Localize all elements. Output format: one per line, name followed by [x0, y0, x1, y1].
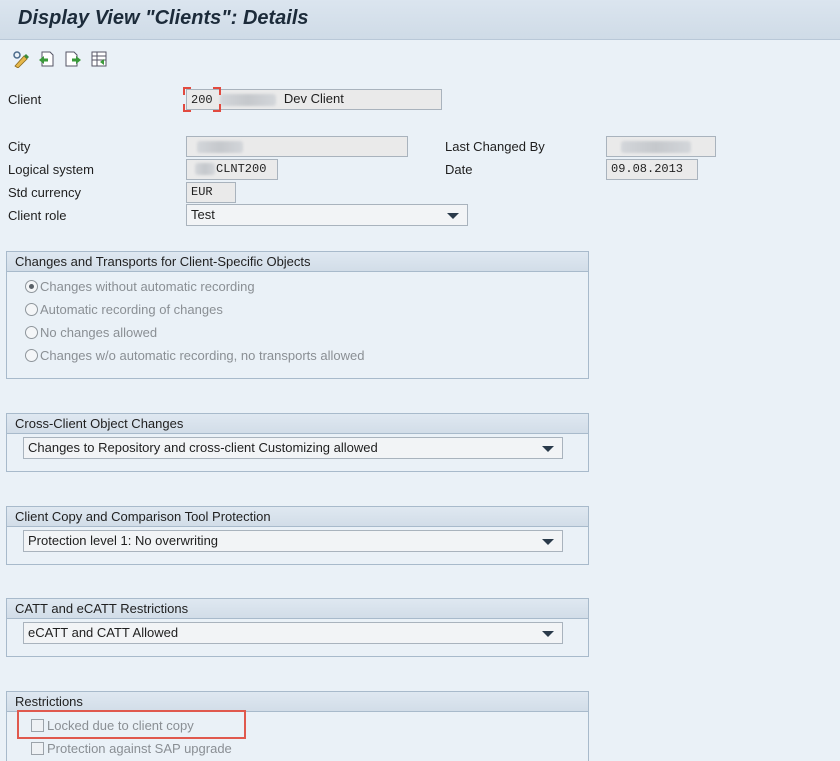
focus-corner-marker	[213, 87, 221, 95]
radio-no-transports[interactable]: Changes w/o automatic recording, no tran…	[25, 348, 364, 363]
copy-protection-value: Protection level 1: No overwriting	[28, 533, 219, 548]
other-entry-icon[interactable]	[90, 50, 108, 68]
checkbox-label: Protection against SAP upgrade	[47, 741, 232, 756]
group-title: Restrictions	[7, 692, 588, 712]
redacted-text	[197, 140, 243, 153]
radio-label: Changes without automatic recording	[40, 279, 255, 294]
previous-entry-icon[interactable]	[38, 50, 56, 68]
client-field[interactable]: 200 Dev Client	[186, 89, 442, 110]
chevron-down-icon	[447, 213, 459, 219]
title-bar: Display View "Clients": Details	[0, 0, 840, 40]
catt-select[interactable]: eCATT and CATT Allowed	[23, 622, 563, 644]
display-change-icon[interactable]	[12, 50, 30, 68]
date-field[interactable]: 09.08.2013	[606, 159, 698, 180]
checkbox-protection-upgrade[interactable]: Protection against SAP upgrade	[31, 741, 232, 756]
cross-client-group: Cross-Client Object Changes Changes to R…	[6, 413, 589, 472]
radio-icon	[25, 349, 38, 362]
focus-corner-marker	[183, 104, 191, 112]
focus-corner-marker	[183, 87, 191, 95]
last-changed-by-label: Last Changed By	[445, 139, 545, 154]
city-field[interactable]	[186, 136, 408, 157]
highlight-box	[17, 710, 246, 739]
group-title: Cross-Client Object Changes	[7, 414, 588, 434]
focus-corner-marker	[213, 104, 221, 112]
cross-client-value: Changes to Repository and cross-client C…	[28, 440, 378, 455]
chevron-down-icon	[542, 446, 554, 452]
radio-changes-without-recording[interactable]: Changes without automatic recording	[25, 279, 255, 294]
radio-label: Automatic recording of changes	[40, 302, 223, 317]
last-changed-by-field[interactable]	[606, 136, 716, 157]
radio-automatic-recording[interactable]: Automatic recording of changes	[25, 302, 223, 317]
client-role-label: Client role	[8, 208, 67, 223]
checkbox-icon	[31, 742, 44, 755]
std-currency-label: Std currency	[8, 185, 81, 200]
radio-no-changes[interactable]: No changes allowed	[25, 325, 157, 340]
client-label: Client	[8, 92, 42, 107]
radio-label: No changes allowed	[40, 325, 158, 340]
radio-label: Changes w/o automatic recording, no tran…	[40, 348, 365, 363]
redacted-text	[621, 140, 691, 153]
changes-transports-group: Changes and Transports for Client-Specif…	[6, 251, 589, 379]
std-currency-field[interactable]: EUR	[186, 182, 236, 203]
client-role-value: Test	[191, 207, 215, 222]
logical-system-field[interactable]: CLNT200	[186, 159, 278, 180]
date-label: Date	[445, 162, 473, 177]
copy-protection-select[interactable]: Protection level 1: No overwriting	[23, 530, 563, 552]
group-title: Changes and Transports for Client-Specif…	[7, 252, 588, 272]
copy-protection-group: Client Copy and Comparison Tool Protecti…	[6, 506, 589, 565]
logical-system-label: Logical system	[8, 162, 94, 177]
logical-system-value: CLNT200	[216, 162, 267, 176]
radio-icon	[25, 326, 38, 339]
group-title: Client Copy and Comparison Tool Protecti…	[7, 507, 588, 527]
chevron-down-icon	[542, 631, 554, 637]
client-number: 200	[191, 93, 213, 107]
radio-selected-icon	[25, 280, 38, 293]
application-toolbar	[0, 41, 840, 77]
radio-icon	[25, 303, 38, 316]
client-name: Dev Client	[283, 91, 344, 106]
catt-value: eCATT and CATT Allowed	[28, 625, 179, 640]
cross-client-select[interactable]: Changes to Repository and cross-client C…	[23, 437, 563, 459]
city-label: City	[8, 139, 31, 154]
group-title: CATT and eCATT Restrictions	[7, 599, 588, 619]
redacted-text	[220, 93, 277, 106]
next-entry-icon[interactable]	[64, 50, 82, 68]
redacted-text	[195, 162, 215, 175]
catt-group: CATT and eCATT Restrictions eCATT and CA…	[6, 598, 589, 657]
client-role-select[interactable]: Test	[186, 204, 468, 226]
chevron-down-icon	[542, 539, 554, 545]
page-title: Display View "Clients": Details	[18, 7, 309, 29]
